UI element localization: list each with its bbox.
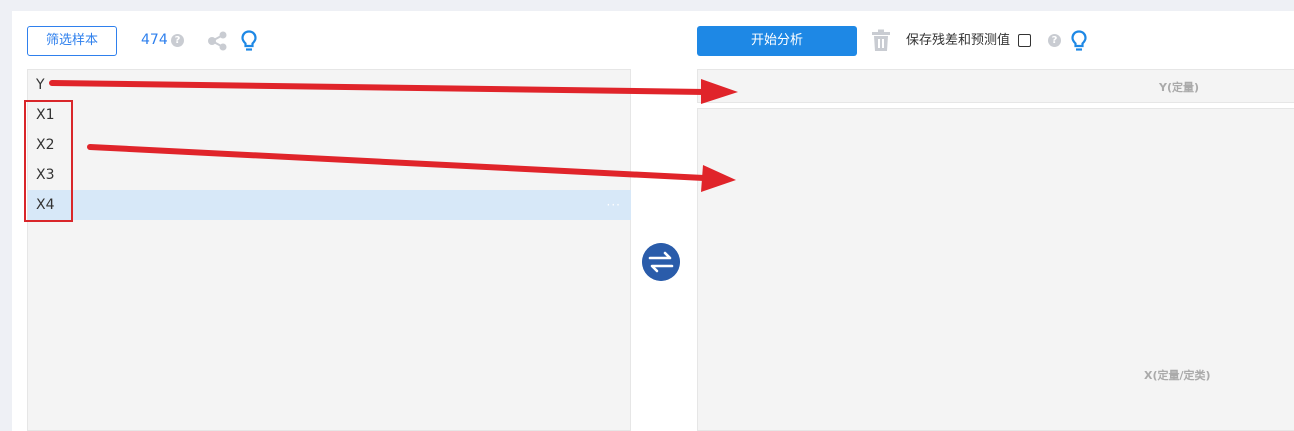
- x-target-label: X(定量/定类): [1144, 369, 1211, 382]
- variable-item[interactable]: X1: [28, 100, 631, 130]
- y-target-box[interactable]: Y(定量): [697, 69, 1294, 103]
- variable-label: Y: [36, 77, 45, 93]
- help-icon[interactable]: ?: [171, 34, 184, 47]
- swap-icon[interactable]: [642, 243, 680, 281]
- x-target-box[interactable]: X(定量/定类): [697, 108, 1294, 431]
- y-target-label: Y(定量): [1159, 81, 1200, 94]
- share-icon[interactable]: [207, 31, 229, 51]
- start-analysis-button[interactable]: 开始分析: [697, 26, 857, 56]
- variable-item[interactable]: X3: [28, 160, 631, 190]
- filter-samples-button[interactable]: 筛选样本: [27, 26, 117, 56]
- annotation-box: [24, 100, 73, 222]
- sample-count: 474: [141, 32, 168, 48]
- bulb-icon[interactable]: [1071, 30, 1087, 52]
- variable-item[interactable]: X2: [28, 130, 631, 160]
- help-icon[interactable]: ?: [1048, 34, 1061, 47]
- bulb-icon[interactable]: [241, 30, 257, 52]
- save-residual-checkbox[interactable]: [1018, 34, 1031, 47]
- more-icon[interactable]: ···: [607, 190, 621, 220]
- trash-icon[interactable]: [871, 29, 891, 52]
- variable-list: Y X1 X2 X3 X4 ···: [27, 69, 631, 431]
- variable-item[interactable]: Y: [28, 70, 631, 100]
- variable-item-selected[interactable]: X4 ···: [28, 190, 631, 220]
- save-residual-label: 保存残差和预测值: [906, 33, 1011, 48]
